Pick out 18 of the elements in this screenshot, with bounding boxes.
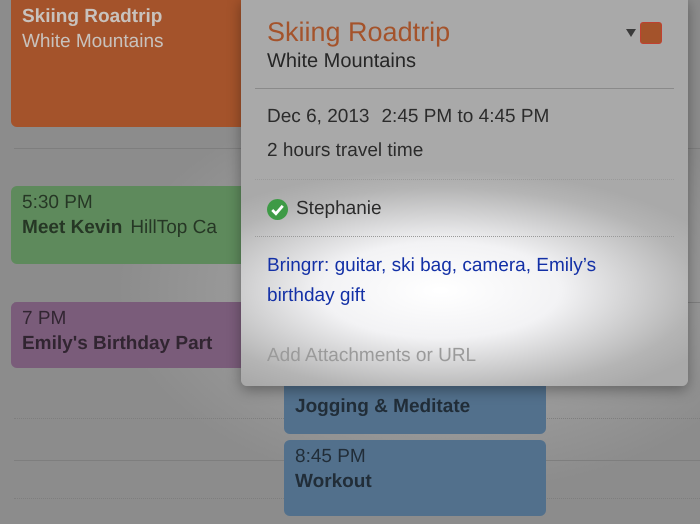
event-title: Emily's Birthday Part: [22, 333, 212, 354]
event-title: Workout: [295, 471, 372, 492]
invitee-name[interactable]: Stephanie: [296, 197, 382, 221]
popover-location[interactable]: White Mountains: [267, 48, 626, 74]
event-title: Meet Kevin: [22, 217, 122, 238]
event-time: 8:45 PM: [295, 445, 367, 469]
event-location: White Mountains: [22, 30, 165, 54]
travel-time[interactable]: 2 hours travel time: [267, 139, 662, 163]
calendar-color-swatch[interactable]: [640, 22, 662, 44]
event-location: HillTop Ca: [130, 217, 217, 238]
event-title: Skiing Roadtrip: [22, 6, 162, 27]
event-time: 7 PM: [22, 307, 68, 331]
event-time-range[interactable]: 2:45 PM to 4:45 PM: [381, 105, 550, 129]
event-date[interactable]: Dec 6, 2013: [267, 105, 370, 129]
event-notes[interactable]: Bringrr: guitar, ski bag, camera, Emily’s birthday gift: [267, 251, 662, 311]
event-time: 5:30 PM: [22, 191, 94, 215]
event-title: Jogging & Meditate: [295, 396, 470, 417]
caret-icon[interactable]: [626, 29, 636, 37]
